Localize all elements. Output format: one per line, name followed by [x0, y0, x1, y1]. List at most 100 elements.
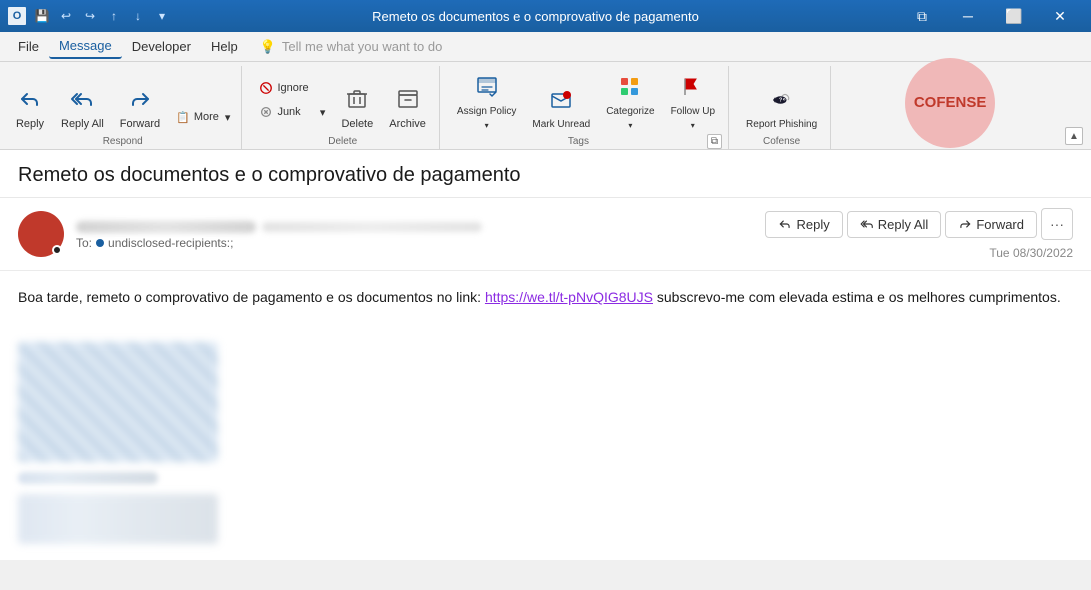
maximize-button[interactable]: ⬜ [991, 0, 1037, 32]
report-phishing-label: Report Phishing [746, 119, 817, 131]
email-action-buttons: Reply Reply All Forward ··· [765, 208, 1073, 240]
email-link[interactable]: https://we.tl/t-pNvQIG8UJS [485, 289, 653, 305]
down-arrow-button[interactable]: ↓ [128, 6, 148, 26]
blurred-text-content [18, 472, 1073, 484]
ignore-junk-stack: Ignore Junk ▾ [252, 66, 332, 134]
delete-icon [345, 87, 369, 115]
junk-button[interactable]: Junk ▾ [252, 101, 332, 123]
email-header: To: undisclosed-recipients:; Reply Reply… [0, 198, 1091, 271]
delete-label: Delete [341, 118, 373, 131]
body-text-intro: Boa tarde, remeto o comprovativo de paga… [18, 289, 485, 305]
email-more-button[interactable]: ··· [1041, 208, 1073, 240]
blurred-image-content [18, 342, 218, 462]
blurred-line-1 [18, 472, 158, 484]
menu-search-area: 💡 Tell me what you want to do [260, 39, 443, 55]
mark-unread-button[interactable]: Mark Unread [525, 66, 597, 134]
reply-all-icon [70, 87, 94, 115]
to-field: To: undisclosed-recipients:; [76, 236, 753, 250]
undo-button[interactable]: ↩ [56, 6, 76, 26]
reply-button[interactable]: Reply [8, 66, 52, 134]
assign-policy-icon [475, 75, 499, 103]
cofense-buttons: ? Report Phishing [739, 66, 824, 134]
email-meta: To: undisclosed-recipients:; [76, 219, 753, 250]
blurred-block-2 [18, 494, 218, 544]
delete-button[interactable]: Delete [334, 66, 380, 134]
follow-up-button[interactable]: Follow Up ▾ [664, 66, 722, 134]
tags-group: Assign Policy ▾ Mark Unread [444, 66, 729, 149]
sender-avatar [18, 211, 64, 257]
mark-unread-icon [549, 88, 573, 116]
cofense-group: ? Report Phishing Cofense [733, 66, 831, 149]
forward-button[interactable]: Forward [113, 66, 167, 134]
delete-label: Delete [252, 134, 432, 149]
respond-buttons: Reply Reply All Forward 📋 More [8, 66, 237, 134]
restore-button[interactable]: ⧉ [899, 0, 945, 32]
mark-unread-label: Mark Unread [532, 119, 590, 131]
reply-all-label: Reply All [61, 118, 104, 131]
email-reply-all-button[interactable]: Reply All [847, 211, 942, 238]
window-title: Remeto os documentos e o comprovativo de… [172, 9, 899, 24]
email-reply-icon [778, 217, 792, 231]
archive-label: Archive [389, 118, 426, 131]
dropdown-button[interactable]: ▾ [152, 6, 172, 26]
menu-help[interactable]: Help [201, 35, 248, 58]
tags-expand-button[interactable]: ⧉ [707, 134, 722, 149]
assign-policy-button[interactable]: Assign Policy ▾ [450, 66, 523, 134]
delete-buttons: Ignore Junk ▾ Delete Archi [252, 66, 432, 134]
junk-dropdown-icon: ▾ [320, 106, 326, 119]
redo-button[interactable]: ↪ [80, 6, 100, 26]
categorize-dropdown: ▾ [628, 121, 632, 131]
email-forward-button[interactable]: Forward [945, 211, 1037, 238]
menu-developer[interactable]: Developer [122, 35, 201, 58]
close-button[interactable]: ✕ [1037, 0, 1083, 32]
ribbon-collapse-area: ▲ [1065, 66, 1083, 149]
delete-group: Ignore Junk ▾ Delete Archi [246, 66, 439, 149]
reply-label: Reply [16, 118, 44, 131]
ribbon: Reply Reply All Forward 📋 More [0, 62, 1091, 150]
junk-icon [259, 105, 273, 119]
respond-group: Reply Reply All Forward 📋 More [8, 66, 242, 149]
respond-label: Respond [8, 134, 237, 149]
ribbon-collapse-button[interactable]: ▲ [1065, 127, 1083, 145]
junk-label: Junk [277, 106, 300, 118]
more-label: More [194, 111, 219, 123]
to-indicator-dot [96, 239, 104, 247]
body-text-end: subscrevo-me com elevada estima e os mel… [653, 289, 1061, 305]
email-attachment-area [0, 324, 1091, 560]
more-button[interactable]: 📋 More ▾ [169, 106, 237, 128]
reply-all-button[interactable]: Reply All [54, 66, 111, 134]
title-bar: O 💾 ↩ ↪ ↑ ↓ ▾ Remeto os documentos e o c… [0, 0, 1091, 32]
assign-policy-label: Assign Policy [457, 106, 516, 118]
menu-file[interactable]: File [8, 35, 49, 58]
ignore-button[interactable]: Ignore [252, 77, 332, 99]
up-arrow-button[interactable]: ↑ [104, 6, 124, 26]
archive-button[interactable]: Archive [382, 66, 433, 134]
email-content: Remeto os documentos e o comprovativo de… [0, 150, 1091, 560]
cofense-logo-circle: COFENSE [905, 58, 995, 148]
more-dropdown-icon: ▾ [225, 111, 231, 124]
email-body: Boa tarde, remeto o comprovativo de paga… [0, 271, 1091, 324]
to-label: To: [76, 236, 92, 250]
report-phishing-icon: ? [770, 88, 794, 116]
menu-bar: File Message Developer Help 💡 Tell me wh… [0, 32, 1091, 62]
ignore-label: Ignore [277, 82, 308, 94]
categorize-icon [618, 75, 642, 103]
avatar-status-dot [52, 245, 62, 255]
lightbulb-icon: 💡 [260, 39, 276, 55]
blurred-section-2 [18, 494, 1073, 544]
email-reply-label: Reply [796, 217, 829, 232]
more-icon: 📋 [176, 111, 190, 124]
follow-up-dropdown: ▾ [691, 121, 695, 131]
categorize-button[interactable]: Categorize ▾ [599, 66, 661, 134]
save-button[interactable]: 💾 [32, 6, 52, 26]
email-date: Tue 08/30/2022 [989, 246, 1073, 260]
sender-name [76, 219, 256, 234]
minimize-button[interactable]: ─ [945, 0, 991, 32]
cofense-logo-text: COFENSE [914, 94, 987, 111]
menu-message[interactable]: Message [49, 34, 122, 59]
ignore-icon [259, 81, 273, 95]
email-reply-button[interactable]: Reply [765, 211, 842, 238]
report-phishing-button[interactable]: ? Report Phishing [739, 66, 824, 134]
reply-icon [18, 87, 42, 115]
search-placeholder[interactable]: Tell me what you want to do [282, 39, 442, 54]
